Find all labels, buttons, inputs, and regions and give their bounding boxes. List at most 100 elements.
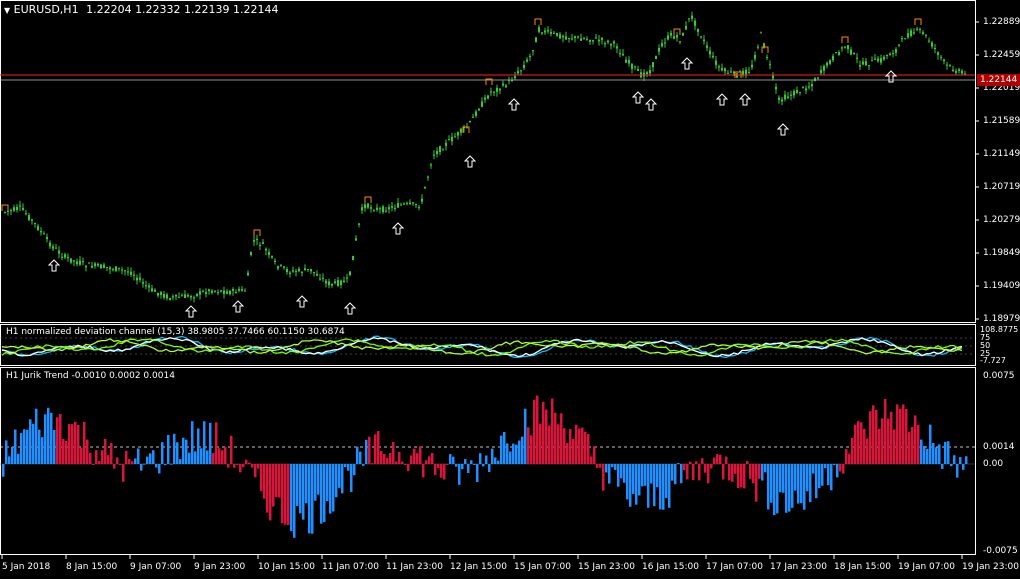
candle-body bbox=[934, 48, 936, 50]
price-label: 1.21589 bbox=[983, 116, 1020, 126]
candle-body bbox=[286, 269, 288, 273]
jurik-histogram-bar bbox=[587, 434, 590, 464]
candle-body bbox=[430, 164, 432, 166]
jurik-histogram-bar bbox=[875, 409, 878, 464]
collapse-triangle-icon[interactable]: ▼ bbox=[4, 6, 10, 15]
candle-body bbox=[916, 28, 918, 30]
candle-body bbox=[481, 101, 483, 107]
jurik-histogram-bar bbox=[773, 464, 776, 516]
jurik-histogram-bar bbox=[668, 464, 671, 508]
jurik-histogram-bar bbox=[824, 464, 827, 469]
jurik-histogram-bar bbox=[749, 464, 752, 479]
candle-body bbox=[268, 252, 270, 255]
jurik-histogram-bar bbox=[77, 424, 80, 464]
jurik-histogram-bar bbox=[281, 464, 284, 524]
jurik-histogram-bar bbox=[170, 463, 173, 465]
candle-body bbox=[715, 60, 717, 65]
metatrader-chart-window[interactable]: ▼ EURUSD,H1 1.22204 1.22332 1.22139 1.22… bbox=[0, 0, 1020, 579]
candle-body bbox=[277, 266, 279, 269]
jurik-histogram-bar bbox=[920, 439, 923, 464]
candle-body bbox=[352, 255, 354, 261]
jurik-histogram-bar bbox=[80, 447, 83, 464]
candle-body bbox=[808, 86, 810, 88]
jurik-histogram-bar bbox=[863, 428, 866, 464]
jurik-histogram-bar bbox=[446, 463, 449, 465]
jurik-histogram-bar bbox=[395, 461, 398, 464]
jurik-histogram-bar bbox=[149, 453, 152, 464]
candle-body bbox=[217, 292, 219, 294]
jurik-histogram-bar bbox=[338, 464, 341, 488]
time-label: 11 Jan 23:00 bbox=[386, 562, 443, 572]
jurik-histogram-bar bbox=[740, 464, 743, 488]
candle-body bbox=[433, 154, 435, 156]
jurik-histogram-bar bbox=[557, 424, 560, 464]
jurik-histogram-bar bbox=[380, 451, 383, 464]
price-label: 1.20719 bbox=[983, 182, 1020, 192]
jurik-histogram-bar bbox=[341, 464, 344, 494]
up-arrow-icon bbox=[231, 300, 245, 313]
jurik-histogram-bar bbox=[101, 450, 104, 464]
candle-body bbox=[742, 70, 744, 75]
candle-body bbox=[724, 68, 726, 72]
candle-body bbox=[652, 62, 654, 68]
candle-body bbox=[505, 85, 507, 88]
candle-body bbox=[610, 43, 612, 46]
jurik-histogram-bar bbox=[542, 401, 545, 464]
candle-body bbox=[958, 69, 960, 72]
candle-body bbox=[694, 20, 696, 26]
jurik-histogram-bar bbox=[647, 464, 650, 508]
candle-body bbox=[760, 32, 762, 34]
candle-body bbox=[883, 56, 885, 60]
jurik-histogram-bar bbox=[368, 436, 371, 464]
candle-body bbox=[673, 36, 675, 39]
jurik-histogram-bar bbox=[713, 457, 716, 464]
candle-body bbox=[163, 294, 165, 298]
candle-body bbox=[550, 31, 552, 34]
jurik-histogram-bar bbox=[11, 446, 14, 464]
jurik-histogram-bar bbox=[683, 464, 686, 471]
candle-body bbox=[514, 76, 516, 79]
jurik-histogram-bar bbox=[791, 464, 794, 508]
candle-body bbox=[619, 53, 621, 55]
jurik-histogram-bar bbox=[890, 411, 893, 464]
symbol-timeframe: EURUSD,H1 bbox=[13, 3, 79, 16]
candle-body bbox=[877, 58, 879, 62]
candle-body bbox=[757, 46, 759, 48]
jurik-histogram-bar bbox=[383, 453, 386, 464]
jurik-histogram-bar bbox=[635, 464, 638, 505]
jurik-histogram-bar bbox=[386, 458, 389, 464]
jurik-histogram-bar bbox=[248, 462, 251, 464]
candle-body bbox=[385, 210, 387, 212]
candle-body bbox=[79, 260, 81, 265]
candle-body bbox=[721, 68, 723, 71]
jurik-histogram-bar bbox=[35, 408, 38, 464]
candle-body bbox=[814, 78, 816, 81]
candle-body bbox=[259, 245, 261, 247]
time-label: 16 Jan 15:00 bbox=[642, 562, 699, 572]
signal-marker-icon bbox=[841, 36, 849, 43]
candle-body bbox=[910, 30, 912, 36]
jurik-histogram-bar bbox=[809, 464, 812, 503]
jurik-histogram-bar bbox=[431, 452, 434, 464]
jurik-histogram-bar bbox=[965, 456, 968, 464]
candle-body bbox=[793, 91, 795, 96]
candle-body bbox=[604, 43, 606, 45]
up-arrow-icon bbox=[776, 123, 790, 136]
jurik-histogram-bar bbox=[560, 413, 563, 464]
jurik-histogram-bar bbox=[245, 459, 248, 464]
candle-body bbox=[955, 70, 957, 73]
jurik-histogram-bar bbox=[908, 432, 911, 464]
jurik-histogram-bar bbox=[200, 448, 203, 464]
chart-canvas[interactable] bbox=[0, 0, 1020, 579]
candle-body bbox=[379, 208, 381, 210]
ndc-level-label: -7.727 bbox=[980, 356, 1006, 365]
jurik-histogram-bar bbox=[938, 444, 941, 464]
jurik-histogram-bar bbox=[107, 455, 110, 464]
candle-body bbox=[601, 37, 603, 40]
price-label: 1.19409 bbox=[983, 281, 1020, 291]
jurik-histogram-bar bbox=[347, 464, 350, 471]
signal-marker-icon bbox=[914, 18, 922, 25]
jurik-histogram-bar bbox=[827, 464, 830, 486]
candle-body bbox=[685, 25, 687, 30]
jurik-histogram-bar bbox=[764, 464, 767, 473]
